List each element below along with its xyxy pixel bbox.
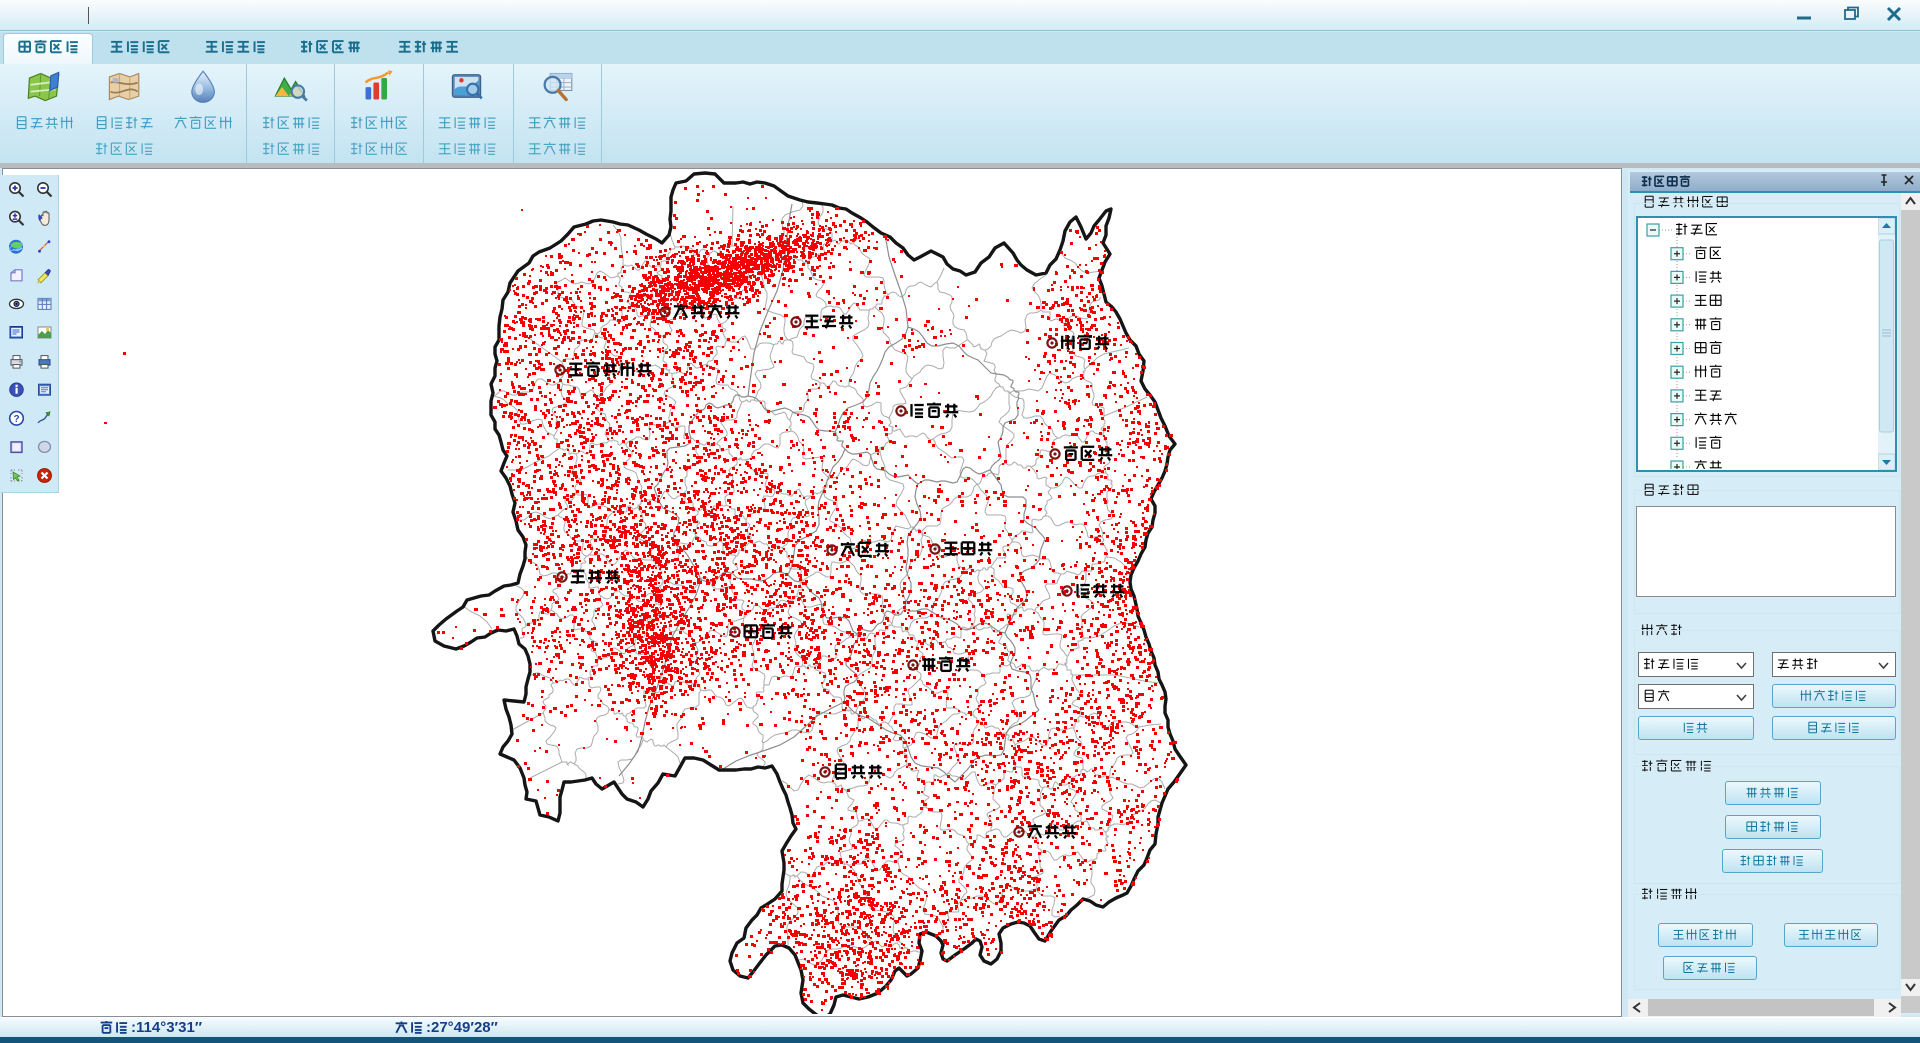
svg-text:?: ? [13, 414, 19, 425]
